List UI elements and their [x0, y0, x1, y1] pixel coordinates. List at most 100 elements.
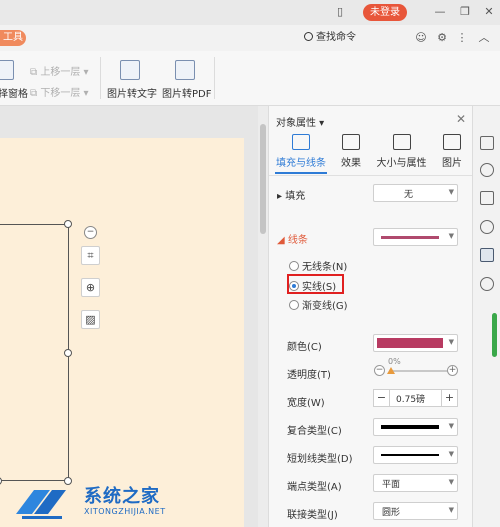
- radio-indicator: [289, 261, 299, 271]
- radio-no-line[interactable]: 无线条(N): [289, 258, 347, 273]
- dash-type-dropdown[interactable]: ▼: [373, 446, 458, 464]
- selection-pane-button[interactable]: 择窗格: [0, 85, 28, 100]
- tab-size-and-properties[interactable]: 大小与属性: [374, 134, 429, 169]
- zoom-in-icon[interactable]: ⊕: [81, 278, 100, 297]
- width-value[interactable]: 0.75磅: [396, 392, 425, 405]
- restore-icon[interactable]: ❐: [458, 5, 472, 19]
- crop-icon[interactable]: ⌗: [81, 246, 100, 265]
- login-button[interactable]: 未登录: [363, 4, 407, 21]
- active-tab-indicator: [275, 172, 327, 174]
- line-style-dropdown[interactable]: ▼: [373, 228, 458, 246]
- compound-type-label: 复合类型(C): [287, 426, 342, 437]
- compound-type-dropdown[interactable]: ▼: [373, 418, 458, 436]
- radio-indicator: [289, 300, 299, 310]
- transparency-value: 0%: [388, 357, 401, 366]
- close-icon[interactable]: ✕: [456, 112, 466, 126]
- cap-type-dropdown[interactable]: 平面 ▼: [373, 474, 458, 492]
- search-command-label: 查找命令: [316, 32, 356, 43]
- compound-line-preview: [381, 425, 439, 429]
- page[interactable]: − ⌗ ⊕ ▨: [0, 138, 244, 527]
- resize-handle-middle-right[interactable]: [64, 349, 72, 357]
- line-section-toggle[interactable]: ◢ 线条: [277, 231, 308, 246]
- fill-dropdown[interactable]: 无 ▼: [373, 184, 458, 202]
- search-command[interactable]: 查找命令: [304, 31, 356, 45]
- selected-shape[interactable]: [0, 224, 69, 481]
- collapse-ribbon-icon[interactable]: ︿: [477, 31, 491, 45]
- ribbon-separator: [214, 57, 215, 99]
- fill-section-toggle[interactable]: ▸ 填充: [277, 187, 305, 202]
- transparency-slider-knob[interactable]: [387, 367, 395, 374]
- width-stepper[interactable]: −0.75磅 +: [373, 389, 458, 407]
- selection-pane-icon[interactable]: [0, 60, 14, 80]
- tab-fill-and-line-label: 填充与线条: [276, 158, 326, 169]
- sidebar-scroll-indicator[interactable]: [492, 313, 497, 357]
- tab-fill-and-line[interactable]: 填充与线条: [276, 134, 326, 169]
- join-type-dropdown[interactable]: 圆形 ▼: [373, 502, 458, 520]
- share-icon[interactable]: [480, 163, 494, 177]
- comment-icon[interactable]: ☺: [414, 31, 428, 45]
- close-icon[interactable]: ✕: [482, 5, 496, 19]
- pane-title[interactable]: 对象属性 ▾: [276, 114, 324, 129]
- watermark-logo: [16, 490, 66, 519]
- watermark-text-en: XITONGZHIJIA.NET: [84, 507, 166, 516]
- document-canvas[interactable]: − ⌗ ⊕ ▨: [0, 106, 258, 527]
- join-type-value: 圆形: [382, 508, 401, 518]
- image-to-pdf-icon[interactable]: [175, 60, 195, 80]
- history-icon[interactable]: [480, 277, 494, 291]
- chevron-down-icon: ▼: [448, 450, 454, 458]
- canvas-scrollbar[interactable]: [258, 106, 268, 527]
- tab-effects-label: 效果: [341, 158, 361, 169]
- transparency-slider[interactable]: [392, 370, 448, 372]
- color-dropdown[interactable]: ▼: [373, 334, 458, 352]
- transparency-increase-button[interactable]: +: [447, 365, 458, 376]
- size-icon: [392, 134, 411, 150]
- image-to-pdf-button[interactable]: 图片转PDF: [162, 85, 211, 100]
- ribbon-separator: [100, 57, 101, 99]
- resize-handle-top-right[interactable]: [64, 220, 72, 228]
- image-to-text-button[interactable]: 图片转文字: [107, 85, 157, 100]
- tab-effects[interactable]: 效果: [329, 134, 373, 169]
- radio-no-line-label: 无线条(N): [302, 262, 348, 273]
- tab-picture-label: 图片: [442, 158, 462, 169]
- pane-title-label: 对象属性: [276, 118, 316, 129]
- transparency-label: 透明度(T): [287, 370, 331, 381]
- tab-picture-tools[interactable]: 工具: [0, 30, 26, 46]
- width-decrease-button[interactable]: −: [374, 390, 390, 406]
- ribbon-tab-row: 工具 查找命令 ☺ ⚙ ⋮ ︿: [0, 25, 500, 51]
- cap-type-label: 端点类型(A): [287, 482, 342, 493]
- chevron-down-icon: ▼: [448, 422, 454, 430]
- width-label: 宽度(W): [287, 398, 325, 409]
- watermark: 系统之家 XITONGZHIJIA.NET: [6, 479, 165, 525]
- bring-forward-button[interactable]: ⧉ 上移一层 ▾: [30, 63, 89, 78]
- minimize-icon[interactable]: —: [433, 5, 447, 19]
- settings-icon[interactable]: ⚙: [435, 31, 449, 45]
- solid-line-highlight: [287, 274, 344, 294]
- more-icon[interactable]: ⋮: [455, 31, 469, 45]
- send-backward-button[interactable]: ⧉ 下移一层 ▾: [30, 84, 89, 99]
- chevron-down-icon: ▼: [448, 188, 454, 196]
- properties-icon[interactable]: [480, 248, 494, 262]
- chevron-down-icon: ▼: [448, 478, 454, 486]
- width-increase-button[interactable]: +: [441, 390, 457, 406]
- radio-gradient-line[interactable]: 渐变线(G): [289, 297, 348, 312]
- effects-icon: [342, 134, 360, 150]
- tablet-mode-icon[interactable]: ▯: [333, 5, 347, 19]
- archive-icon[interactable]: [480, 191, 494, 205]
- image-to-text-icon[interactable]: [120, 60, 140, 80]
- chevron-down-icon: ▼: [448, 338, 454, 346]
- collapse-toolbar-button[interactable]: −: [84, 226, 97, 239]
- object-properties-pane: 对象属性 ▾ ✕ 填充与线条 效果 大小与属性 图片 ▸ 填充 无 ▼ ◢ 线条 …: [268, 106, 473, 527]
- dash-line-preview: [381, 454, 439, 456]
- scrollbar-thumb[interactable]: [260, 124, 266, 234]
- tab-picture[interactable]: 图片: [435, 134, 469, 169]
- pane-divider: [269, 175, 473, 176]
- fill-section-label: 填充: [285, 191, 306, 202]
- copy-icon[interactable]: [480, 136, 494, 150]
- search-icon: [304, 32, 313, 41]
- chevron-down-icon: ▼: [448, 232, 454, 240]
- star-icon[interactable]: [480, 220, 494, 234]
- ribbon: 择窗格 ⧉ 上移一层 ▾ ⧉ 下移一层 ▾ 图片转文字 图片转PDF: [0, 51, 500, 106]
- transparency-decrease-button[interactable]: −: [374, 365, 385, 376]
- join-type-label: 联接类型(J): [287, 510, 338, 521]
- picture-fill-icon[interactable]: ▨: [81, 310, 100, 329]
